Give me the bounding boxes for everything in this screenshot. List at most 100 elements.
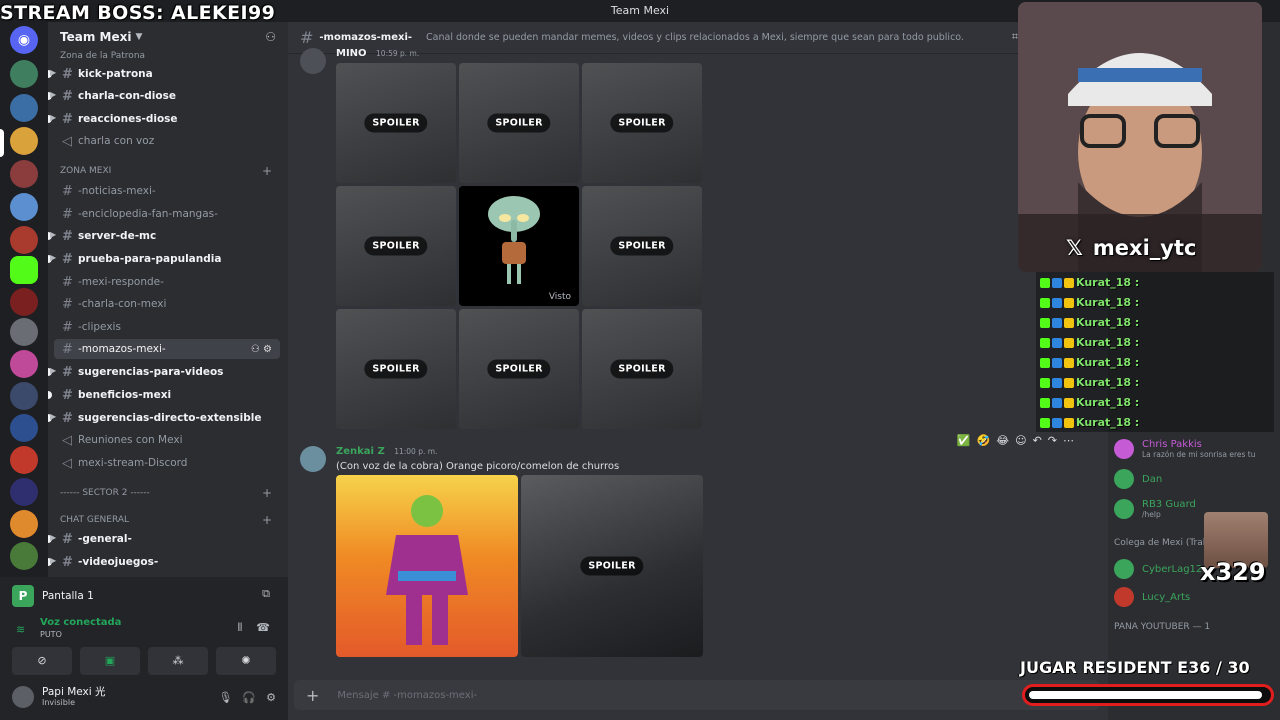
activities-button[interactable]: ⁂: [148, 647, 208, 675]
category-zona-mexi[interactable]: ZONA MEXI +: [54, 163, 280, 179]
channel-sugerencias-directo-extensible[interactable]: ▶ # sugerencias-directo-extensible: [48, 408, 280, 428]
screen-share-item[interactable]: P Pantalla 1: [12, 583, 94, 609]
message-author[interactable]: Zenkai Z 11:00 p. m.: [336, 446, 437, 457]
discord-window: Team Mexi ◉ Team Mexi ▼ ⚇ Zona de la Pat…: [0, 0, 1280, 720]
spoiler-image[interactable]: SPOILER: [336, 186, 456, 306]
category-chat-general[interactable]: CHAT GENERAL +: [54, 512, 280, 528]
category-header[interactable]: Zona de la Patrona: [54, 48, 280, 64]
forward-icon[interactable]: ↷: [1048, 434, 1057, 447]
server-icon-team-mexi[interactable]: [10, 127, 38, 155]
category-sector-2[interactable]: ------ SECTOR 2 ------ +: [54, 485, 280, 501]
more-icon[interactable]: ⋯: [1063, 434, 1074, 447]
add-channel-icon[interactable]: +: [262, 164, 272, 178]
voice-channel-reuniones[interactable]: ◁ Reuniones con Mexi: [54, 430, 280, 450]
add-channel-icon[interactable]: +: [262, 486, 272, 500]
message-author[interactable]: MINO 10:59 p. m.: [336, 48, 419, 59]
server-icon[interactable]: [10, 382, 38, 410]
add-member-icon[interactable]: ⚇: [265, 30, 276, 44]
channel-momazos-mexi[interactable]: # -momazos-mexi- ⚇ ⚙: [54, 339, 280, 359]
server-icon[interactable]: [10, 226, 38, 254]
server-icon[interactable]: [10, 288, 38, 316]
caret-right-icon: ▶: [50, 556, 57, 565]
channel-noticias-mexi[interactable]: # -noticias-mexi-: [54, 181, 280, 201]
member-item[interactable]: Chris Pakkis La razón de mi sonrisa eres…: [1114, 434, 1255, 464]
direct-messages-icon[interactable]: ◉: [10, 26, 38, 54]
spoiler-image[interactable]: SPOILER: [582, 186, 702, 306]
channel-mexi-responde[interactable]: # -mexi-responde-: [54, 272, 280, 292]
soundboard-button[interactable]: ✺: [216, 647, 276, 675]
channel-charla-con-mexi[interactable]: # -charla-con-mexi: [54, 294, 280, 314]
camera-off-button[interactable]: ⊘: [12, 647, 72, 675]
server-icon[interactable]: [10, 318, 38, 346]
laugh-reaction-icon[interactable]: 🤣: [977, 434, 991, 447]
voice-channel-charla-con-voz[interactable]: ◁ charla con voz: [54, 131, 280, 151]
channel-beneficios-mexi[interactable]: # beneficios-mexi: [48, 385, 280, 405]
popout-icon[interactable]: ⧉: [262, 587, 270, 601]
spoiler-image[interactable]: SPOILER: [582, 309, 702, 429]
attach-icon[interactable]: +: [306, 686, 319, 705]
badge-icon: [1064, 317, 1074, 328]
microphone-icon[interactable]: 🎙: [218, 691, 232, 704]
server-icon[interactable]: [10, 60, 38, 88]
disconnect-icon[interactable]: ☎: [256, 621, 270, 635]
voice-channel-mexi-stream[interactable]: ◁ mexi-stream-Discord: [54, 453, 280, 473]
server-icon[interactable]: [10, 160, 38, 188]
category-label: Zona de la Patrona: [60, 51, 146, 61]
channel-kick-patrona[interactable]: ▶ # kick-patrona: [48, 64, 280, 84]
chevron-down-icon: ▼: [135, 32, 143, 42]
server-icon[interactable]: [10, 446, 38, 474]
channel-videojuegos[interactable]: ▶ # -videojuegos-: [48, 552, 280, 572]
channel-sugerencias-para-videos[interactable]: ▶ # sugerencias-para-videos: [48, 362, 280, 382]
server-icon[interactable]: [10, 94, 38, 122]
channel-reacciones-diose[interactable]: ▶ # reacciones-diose: [48, 109, 280, 129]
server-icon[interactable]: [10, 510, 38, 538]
add-channel-icon[interactable]: +: [262, 513, 272, 527]
noise-suppression-icon[interactable]: ⫴: [238, 621, 243, 635]
speaker-icon: ◁: [62, 133, 72, 149]
caret-right-icon: ▶: [50, 90, 57, 99]
server-icon[interactable]: [10, 193, 38, 221]
channel-settings-icon[interactable]: ⚇ ⚙: [251, 344, 272, 355]
channel-server-de-mc[interactable]: ▶ # server-de-mc: [48, 226, 280, 246]
spoiler-image[interactable]: SPOILER: [582, 63, 702, 183]
badge-icon: [1064, 357, 1074, 368]
joy-reaction-icon[interactable]: 😂: [996, 434, 1009, 447]
check-reaction-icon[interactable]: ✅: [957, 434, 971, 447]
avatar[interactable]: [300, 446, 326, 472]
channel-charla-con-diose[interactable]: ▶ # charla-con-diose: [48, 86, 280, 106]
channel-prueba-para-papulandia[interactable]: ▶ # prueba-para-papulandia: [48, 249, 280, 269]
channel-topic[interactable]: Canal donde se pueden mandar memes, vide…: [426, 32, 964, 43]
member-item[interactable]: RB3 Guard /help: [1114, 494, 1196, 524]
revealed-image-squidward[interactable]: Visto: [459, 186, 579, 306]
headphones-icon[interactable]: 🎧: [242, 691, 256, 704]
server-icon[interactable]: [10, 542, 38, 570]
spoiler-image[interactable]: SPOILER: [336, 63, 456, 183]
user-info[interactable]: Papi Mexi 光 Invisible 🎙 🎧 ⚙: [12, 681, 276, 713]
spoiler-image[interactable]: SPOILER: [459, 309, 579, 429]
member-item[interactable]: Dan: [1114, 464, 1162, 494]
spoiler-image[interactable]: SPOILER: [521, 475, 703, 657]
server-icon[interactable]: [10, 414, 38, 442]
avatar[interactable]: [300, 48, 326, 74]
channel-label: -noticias-mexi-: [78, 185, 156, 197]
voice-status[interactable]: Voz conectada: [40, 617, 121, 628]
image-orange-piccolo[interactable]: [336, 475, 518, 657]
gear-icon[interactable]: ⚙: [266, 691, 276, 704]
spoiler-image[interactable]: SPOILER: [336, 309, 456, 429]
badge-icon: [1052, 337, 1062, 348]
add-reaction-icon[interactable]: ☺: [1015, 434, 1026, 447]
member-item[interactable]: Lucy_Arts: [1114, 582, 1190, 612]
channel-label: charla con voz: [78, 135, 155, 147]
channel-general[interactable]: ▶ # -general-: [48, 529, 280, 549]
goal-text: JUGAR RESIDENT E36: [1020, 658, 1211, 677]
channel-clipexis[interactable]: # -clipexis: [54, 317, 280, 337]
spoiler-image[interactable]: SPOILER: [459, 63, 579, 183]
message-composer[interactable]: + Mensaje # -momazos-mexi- ⊞ ▤: [294, 680, 1100, 710]
screen-share-button[interactable]: ▣: [80, 647, 140, 675]
server-icon-kick[interactable]: [10, 256, 38, 284]
reply-icon[interactable]: ↶: [1033, 434, 1042, 447]
server-icon[interactable]: [10, 478, 38, 506]
channel-enciclopedia-fan-mangas[interactable]: # -enciclopedia-fan-mangas-: [54, 204, 280, 224]
member-item[interactable]: CyberLag12: [1114, 554, 1202, 584]
server-icon[interactable]: [10, 350, 38, 378]
